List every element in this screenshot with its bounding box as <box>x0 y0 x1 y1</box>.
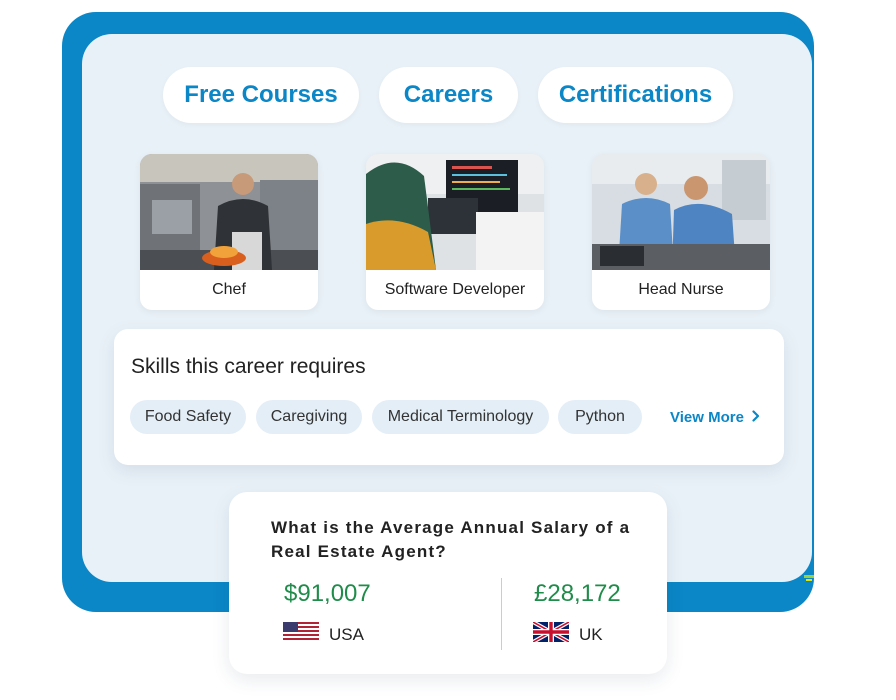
uk-label: UK <box>579 624 603 644</box>
view-more-link[interactable]: View More <box>670 404 760 430</box>
uk-salary-amount: £28,172 <box>534 580 621 607</box>
skill-chip-food-safety[interactable]: Food Safety <box>130 400 246 434</box>
skill-chip-caregiving[interactable]: Caregiving <box>256 400 362 434</box>
software-developer-photo <box>366 154 544 270</box>
career-label-head-nurse: Head Nurse <box>638 281 724 298</box>
salary-question: What is the Average Annual Salary of a R… <box>271 518 631 561</box>
view-more-label: View More <box>670 408 744 426</box>
head-nurse-photo <box>592 154 770 270</box>
skill-chip-python[interactable]: Python <box>558 400 642 434</box>
career-card-software-developer[interactable]: Software Developer <box>366 154 544 310</box>
usa-label: USA <box>329 624 364 644</box>
careers-button[interactable]: Careers <box>379 67 518 123</box>
career-label-software-developer: Software Developer <box>384 281 526 298</box>
skills-section: Skills this career requires Food Safety … <box>114 329 784 465</box>
certifications-button[interactable]: Certifications <box>538 67 733 123</box>
career-card-head-nurse[interactable]: Head Nurse <box>592 154 770 310</box>
free-courses-button[interactable]: Free Courses <box>163 67 359 123</box>
skill-chip-medical-terminology[interactable]: Medical Terminology <box>372 400 549 434</box>
chef-photo <box>140 154 318 270</box>
chevron-right-icon <box>752 409 760 426</box>
usa-salary-amount: $91,007 <box>284 580 371 607</box>
career-card-chef[interactable]: Chef <box>140 154 318 310</box>
skills-title: Skills this career requires <box>131 355 366 378</box>
uk-country: UK <box>532 620 603 647</box>
decorative-mark <box>803 570 815 581</box>
salary-divider <box>501 578 502 650</box>
career-label-chef: Chef <box>212 281 246 298</box>
usa-country: USA <box>283 622 364 647</box>
salary-card: What is the Average Annual Salary of a R… <box>229 492 667 674</box>
us-flag-icon <box>283 622 319 647</box>
uk-flag-icon <box>532 620 570 647</box>
